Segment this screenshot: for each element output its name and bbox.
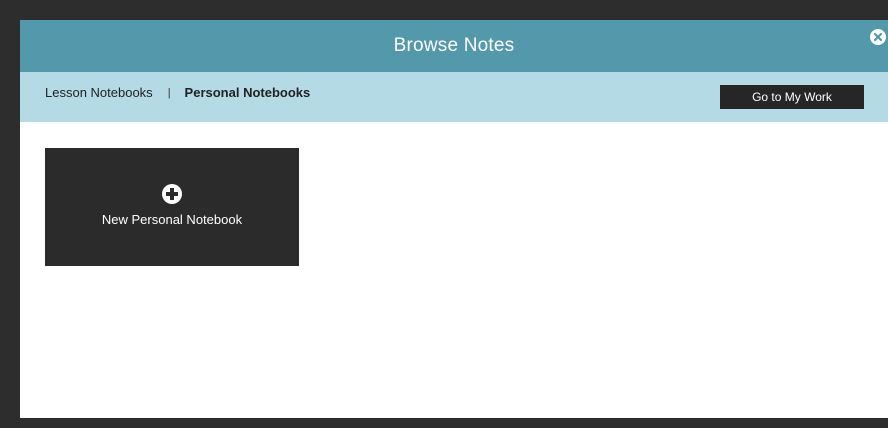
new-personal-notebook-button[interactable]: New Personal Notebook [45, 148, 299, 266]
new-personal-notebook-label: New Personal Notebook [101, 211, 243, 227]
tab-personal-notebooks[interactable]: Personal Notebooks [185, 85, 311, 100]
dialog-title: Browse Notes [393, 35, 515, 56]
close-icon[interactable] [870, 29, 886, 45]
notebooks-content: New Personal Notebook [20, 122, 888, 418]
browse-notes-dialog: Browse Notes Lesson Notebooks | Personal… [20, 20, 888, 418]
plus-circle-icon [162, 183, 182, 204]
screen-frame: Browse Notes Lesson Notebooks | Personal… [0, 0, 888, 428]
tab-separator: | [167, 86, 171, 99]
tab-lesson-notebooks[interactable]: Lesson Notebooks [45, 85, 153, 100]
go-to-my-work-button[interactable]: Go to My Work [720, 85, 864, 109]
dialog-title-bar: Browse Notes [20, 20, 888, 72]
notebook-tab-bar: Lesson Notebooks | Personal Notebooks Go… [20, 72, 888, 122]
notebook-tabs: Lesson Notebooks | Personal Notebooks [45, 85, 310, 100]
